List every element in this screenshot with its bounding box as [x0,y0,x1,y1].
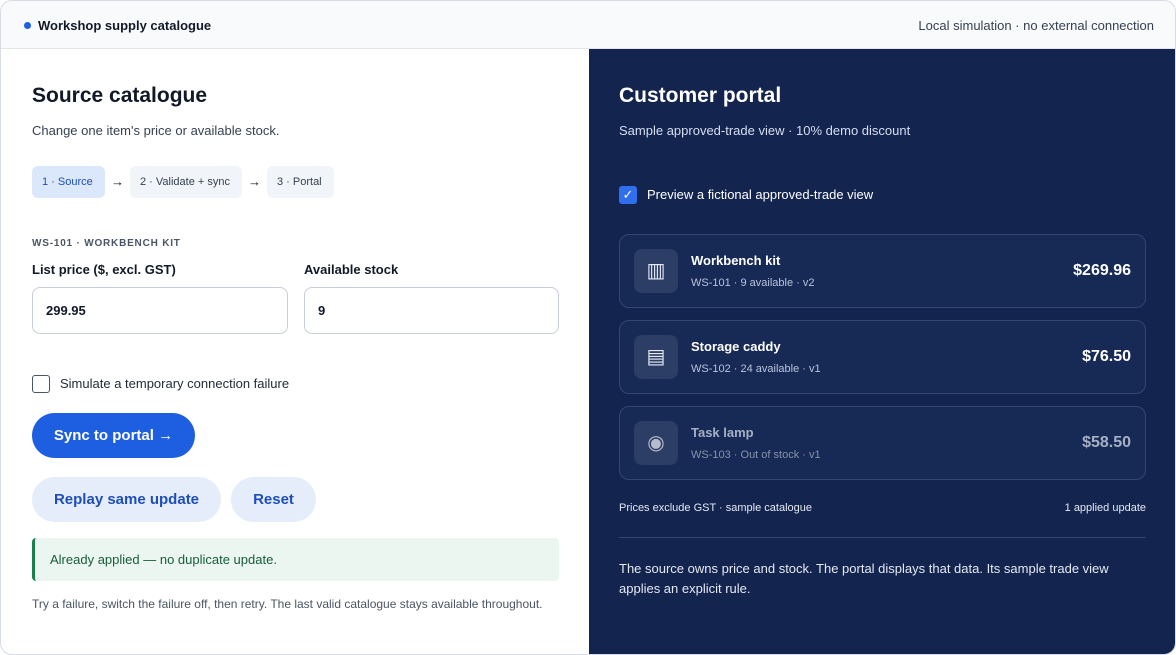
reset-button[interactable]: Reset [231,477,316,522]
source-panel: Source catalogue Change one item's price… [1,49,589,654]
product-card-task-lamp: ◉ Task lamp WS-103 · Out of stock · v1 $… [619,406,1146,480]
price-label: List price ($, excl. GST) [32,262,176,277]
step-portal: 3 · Portal [267,166,334,198]
lamp-icon: ◉ [634,421,678,465]
status-dot-icon [24,22,31,29]
portal-divider [619,537,1146,538]
portal-explanation: The source owns price and stock. The por… [619,561,1109,596]
step-arrow-icon: → [111,174,124,189]
storage-icon: ▤ [634,335,678,379]
status-notice: Already applied — no duplicate update. [32,538,559,581]
failure-checkbox-label[interactable]: Simulate a temporary connection failure [60,376,289,391]
stock-label: Available stock [304,262,399,277]
portal-footer-note: Prices exclude GST · sample catalogue [619,502,812,514]
product-meta: WS-102 · 24 available · v1 [691,363,821,375]
connection-status: Local simulation · no external connectio… [918,18,1154,33]
price-input[interactable] [32,287,288,334]
item-code: WS-101 · WORKBENCH KIT [32,238,181,249]
product-price: $76.50 [1082,348,1131,365]
barcode-icon: ▥ [634,249,678,293]
app-window: Workshop supply catalogue Local simulati… [0,0,1176,655]
failure-checkbox[interactable] [32,375,50,393]
portal-panel: Customer portal Sample approved-trade vi… [589,49,1175,654]
product-name: Workbench kit [691,253,781,268]
step-arrow-icon: → [248,174,261,189]
portal-subtitle: Sample approved-trade view · 10% demo di… [619,123,911,138]
helper-hint: Try a failure, switch the failure off, t… [32,597,543,611]
top-bar: Workshop supply catalogue Local simulati… [1,1,1175,49]
product-price: $269.96 [1073,262,1131,279]
sync-to-portal-button[interactable]: Sync to portal → [32,413,195,458]
applied-update-count: 1 applied update [1064,502,1146,514]
product-price: $58.50 [1082,434,1131,451]
preview-checkbox[interactable]: ✓ [619,186,637,204]
stock-input[interactable] [304,287,559,334]
step-source: 1 · Source [32,166,105,198]
product-name: Storage caddy [691,339,781,354]
product-meta: WS-103 · Out of stock · v1 [691,449,821,461]
replay-update-button[interactable]: Replay same update [32,477,221,522]
portal-title: Customer portal [619,84,782,107]
product-name: Task lamp [691,425,754,440]
step-validate-sync: 2 · Validate + sync [130,166,242,198]
status-notice-text: Already applied — no duplicate update. [50,552,277,567]
preview-checkbox-label[interactable]: Preview a fictional approved-trade view [647,187,873,202]
product-card-workbench-kit: ▥ Workbench kit WS-101 · 9 available · v… [619,234,1146,308]
source-subtitle: Change one item's price or available sto… [32,123,280,138]
app-title: Workshop supply catalogue [38,18,212,33]
product-card-storage-caddy: ▤ Storage caddy WS-102 · 24 available · … [619,320,1146,394]
product-meta: WS-101 · 9 available · v2 [691,277,815,289]
source-title: Source catalogue [32,84,208,107]
